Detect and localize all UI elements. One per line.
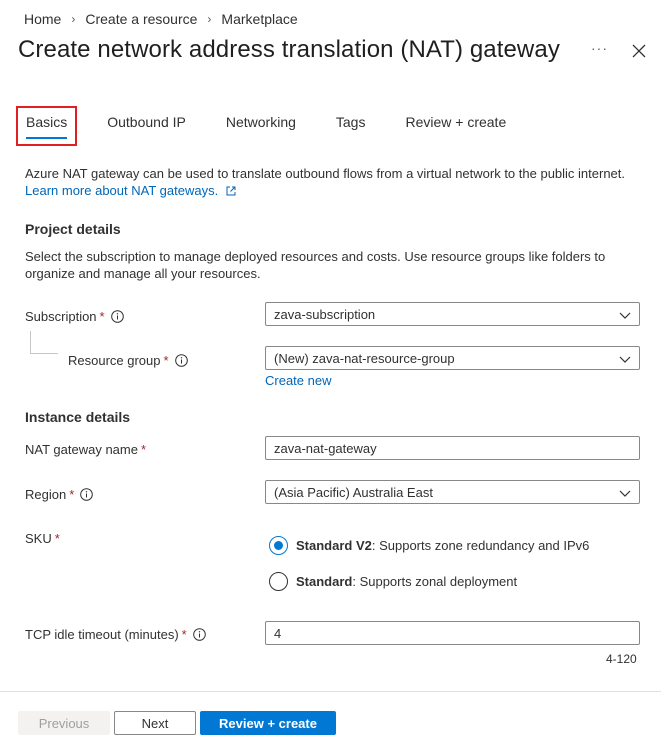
required-marker: * xyxy=(69,487,75,502)
learn-more-link[interactable]: Learn more about NAT gateways. xyxy=(25,183,218,198)
tcp-idle-timeout-input[interactable]: 4 xyxy=(265,621,640,645)
subscription-value: zava-subscription xyxy=(274,306,376,322)
radio-unselected[interactable] xyxy=(269,572,288,591)
info-icon[interactable] xyxy=(174,354,188,367)
radio-selected[interactable] xyxy=(269,536,288,555)
create-new-link[interactable]: Create new xyxy=(265,373,331,388)
nat-gateway-name-label-text: NAT gateway name xyxy=(25,442,138,457)
required-marker: * xyxy=(163,353,169,368)
tab-networking[interactable]: Networking xyxy=(216,106,306,146)
tab-basics[interactable]: Basics xyxy=(16,106,78,146)
info-icon[interactable] xyxy=(192,628,206,641)
resource-group-label-text: Resource group xyxy=(68,353,161,368)
resource-group-select[interactable]: (New) zava-nat-resource-group xyxy=(265,346,640,370)
sku-label-text: SKU xyxy=(25,531,52,546)
tree-connector xyxy=(30,331,31,353)
required-marker: * xyxy=(140,442,147,457)
required-marker: * xyxy=(99,309,105,324)
review-create-button[interactable]: Review + create xyxy=(200,711,336,735)
chevron-down-icon xyxy=(619,490,631,497)
subscription-label-text: Subscription xyxy=(25,309,97,324)
resource-group-value: (New) zava-nat-resource-group xyxy=(274,350,455,366)
region-label-text: Region xyxy=(25,487,67,502)
project-details-description: Select the subscription to manage deploy… xyxy=(25,249,606,281)
sku-option-standard-v2[interactable]: Standard V2 : Supports zone redundancy a… xyxy=(269,536,589,555)
tree-connector xyxy=(30,353,58,354)
sku-label: SKU * xyxy=(25,531,60,546)
sku-option-desc: : Supports zone redundancy and IPv6 xyxy=(371,538,590,553)
breadcrumb-create-resource[interactable]: Create a resource xyxy=(85,11,197,27)
intro-text: Azure NAT gateway can be used to transla… xyxy=(25,165,645,199)
breadcrumb-home[interactable]: Home xyxy=(24,11,61,27)
nat-gateway-name-label: NAT gateway name * xyxy=(25,442,146,457)
intro-description: Azure NAT gateway can be used to transla… xyxy=(25,166,626,181)
tcp-idle-timeout-value: 4 xyxy=(274,625,282,641)
tcp-idle-timeout-range: 4-120 xyxy=(606,652,637,666)
more-options-icon[interactable]: ··· xyxy=(591,40,608,56)
page-title: Create network address translation (NAT)… xyxy=(18,36,560,63)
tab-tags[interactable]: Tags xyxy=(326,106,376,146)
previous-button[interactable]: Previous xyxy=(18,711,110,735)
sku-option-desc: : Supports zonal deployment xyxy=(352,574,518,589)
chevron-down-icon xyxy=(619,356,631,363)
info-icon[interactable] xyxy=(110,310,124,323)
region-label: Region * xyxy=(25,487,94,502)
tcp-idle-timeout-label: TCP idle timeout (minutes) * xyxy=(25,627,206,642)
instance-details-heading: Instance details xyxy=(25,409,131,425)
sku-option-name: Standard xyxy=(296,574,353,589)
nat-gateway-name-value: zava-nat-gateway xyxy=(274,440,377,456)
subscription-label: Subscription * xyxy=(25,309,124,324)
sku-option-standard[interactable]: Standard : Supports zonal deployment xyxy=(269,572,517,591)
tab-outbound-ip[interactable]: Outbound IP xyxy=(97,106,196,146)
project-details-heading: Project details xyxy=(25,221,121,237)
close-icon[interactable] xyxy=(631,43,647,59)
required-marker: * xyxy=(54,531,60,546)
region-value: (Asia Pacific) Australia East xyxy=(274,484,433,500)
breadcrumb: Home › Create a resource › Marketplace xyxy=(24,11,298,27)
tcp-idle-timeout-label-text: TCP idle timeout (minutes) xyxy=(25,627,179,642)
required-marker: * xyxy=(181,627,187,642)
tab-review-create[interactable]: Review + create xyxy=(395,106,516,146)
tab-bar: Basics Outbound IP Networking Tags Revie… xyxy=(16,106,516,146)
sku-option-name: Standard V2 xyxy=(296,538,372,553)
subscription-select[interactable]: zava-subscription xyxy=(265,302,640,326)
breadcrumb-marketplace[interactable]: Marketplace xyxy=(221,11,297,27)
chevron-down-icon xyxy=(619,312,631,319)
nat-gateway-name-input[interactable]: zava-nat-gateway xyxy=(265,436,640,460)
next-button[interactable]: Next xyxy=(114,711,196,735)
resource-group-label: Resource group * xyxy=(68,353,188,368)
chevron-right-icon: › xyxy=(207,12,212,26)
footer-divider xyxy=(0,691,661,692)
info-icon[interactable] xyxy=(80,488,94,501)
chevron-right-icon: › xyxy=(71,12,76,26)
external-link-icon xyxy=(226,186,236,196)
region-select[interactable]: (Asia Pacific) Australia East xyxy=(265,480,640,504)
